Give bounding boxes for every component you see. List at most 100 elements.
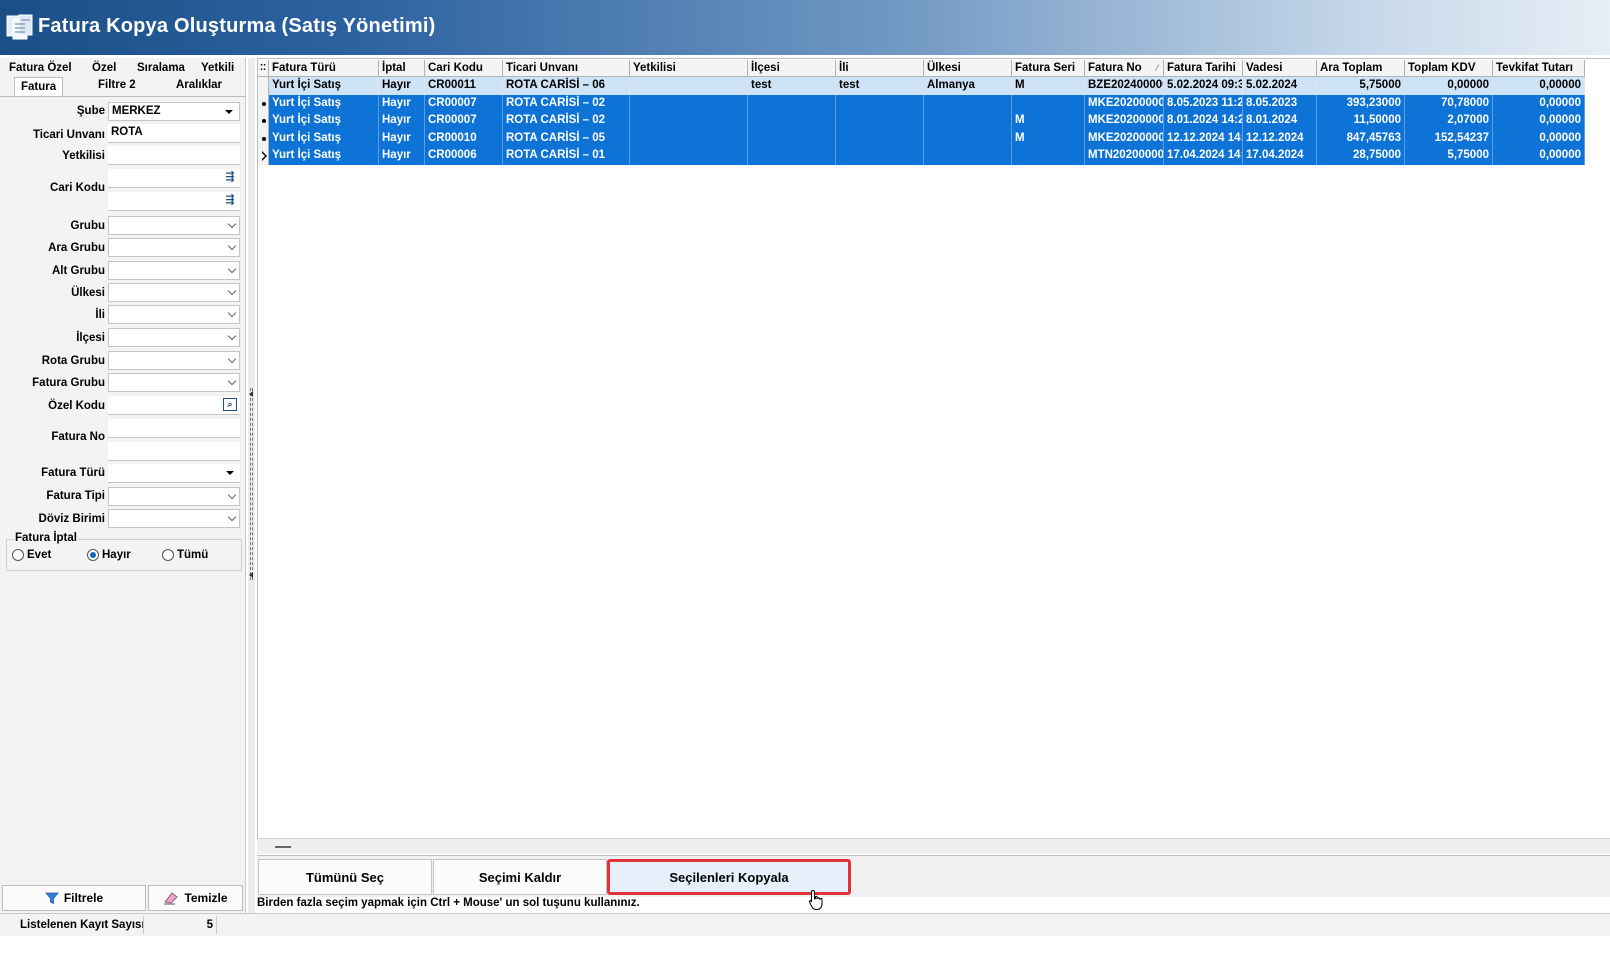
column-header[interactable]: Fatura Seri (1012, 60, 1085, 77)
table-cell[interactable] (630, 77, 748, 95)
table-cell[interactable] (630, 94, 748, 112)
column-header[interactable]: Fatura Tarihi (1164, 60, 1243, 77)
table-cell[interactable]: 8.01.2024 14:22 (1164, 112, 1243, 130)
table-cell[interactable]: 0,00000 (1493, 77, 1585, 95)
table-cell[interactable] (748, 112, 836, 130)
row-indicator[interactable] (258, 94, 269, 112)
table-cell[interactable]: 8.01.2024 (1243, 112, 1317, 130)
table-cell[interactable] (836, 129, 924, 147)
rota-grubu-select[interactable] (108, 351, 240, 370)
table-cell[interactable]: 17.04.2024 14:22 (1164, 147, 1243, 165)
column-header[interactable]: Ticari Unvanı (503, 60, 630, 77)
row-indicator[interactable] (258, 112, 269, 130)
cari-kodu-from-input[interactable]: ⇶ (108, 169, 240, 188)
table-cell[interactable]: CR00007 (425, 112, 503, 130)
table-cell[interactable]: 393,23000 (1317, 94, 1405, 112)
picker-icon[interactable]: ⇶ (223, 194, 237, 207)
tab-ozel[interactable]: Özel (92, 62, 116, 74)
column-header[interactable]: Fatura Türü (269, 60, 379, 77)
radio-evet[interactable]: Evet (12, 549, 51, 561)
table-cell[interactable]: Hayır (379, 77, 425, 95)
column-header[interactable]: Fatura No ⁄ (1085, 60, 1164, 77)
table-cell[interactable]: test (836, 77, 924, 95)
column-header[interactable]: Ara Toplam (1317, 60, 1405, 77)
table-cell[interactable]: M (1012, 112, 1085, 130)
table-cell[interactable]: 5.02.2024 (1243, 77, 1317, 95)
table-cell[interactable]: 847,45763 (1317, 129, 1405, 147)
fatura-grubu-select[interactable] (108, 373, 240, 392)
picker-icon[interactable]: ⇶ (223, 171, 237, 184)
table-cell[interactable]: M (1012, 129, 1085, 147)
row-indicator[interactable] (258, 77, 269, 95)
collapse-arrow-icon[interactable] (249, 391, 253, 397)
table-cell[interactable]: 0,00000 (1493, 94, 1585, 112)
table-cell[interactable]: CR00011 (425, 77, 503, 95)
table-cell[interactable]: M (1012, 77, 1085, 95)
ulkesi-select[interactable] (108, 283, 240, 302)
table-cell[interactable] (1012, 147, 1085, 165)
table-cell[interactable]: MTN202000000 (1085, 147, 1164, 165)
ara-grubu-select[interactable] (108, 238, 240, 257)
clear-button[interactable]: Temizle (148, 885, 243, 911)
tab-fatura[interactable]: Fatura (14, 77, 64, 97)
table-cell[interactable]: Hayır (379, 94, 425, 112)
table-cell[interactable] (630, 147, 748, 165)
table-cell[interactable]: 5,75000 (1405, 147, 1493, 165)
table-cell[interactable]: Yurt İçi Satış (269, 112, 379, 130)
table-cell[interactable] (924, 112, 1012, 130)
table-cell[interactable] (748, 147, 836, 165)
grubu-select[interactable] (108, 216, 240, 235)
column-header[interactable]: Ülkesi (924, 60, 1012, 77)
column-header[interactable]: Yetkilisi (630, 60, 748, 77)
table-cell[interactable]: 12.12.2024 14:22 (1164, 129, 1243, 147)
table-cell[interactable]: 0,00000 (1405, 77, 1493, 95)
column-header[interactable]: İli (836, 60, 924, 77)
table-cell[interactable]: 70,78000 (1405, 94, 1493, 112)
cari-kodu-to-input[interactable]: ⇶ (108, 192, 240, 211)
fatura-turu-select[interactable] (108, 464, 240, 483)
table-cell[interactable] (748, 129, 836, 147)
table-cell[interactable]: test (748, 77, 836, 95)
column-header[interactable]: Vadesi (1243, 60, 1317, 77)
table-cell[interactable]: BZE202400000 (1085, 77, 1164, 95)
sube-select[interactable]: MERKEZ (108, 102, 240, 121)
table-cell[interactable]: CR00007 (425, 94, 503, 112)
table-cell[interactable] (836, 147, 924, 165)
table-cell[interactable] (924, 94, 1012, 112)
tab-araliklar[interactable]: Aralıklar (176, 79, 222, 91)
table-cell[interactable]: Yurt İçi Satış (269, 129, 379, 147)
table-cell[interactable] (924, 129, 1012, 147)
table-row[interactable]: Yurt İçi Satış Hayır CR00007 ROTA CARİSİ – … (258, 112, 1585, 130)
column-header[interactable]: İlçesi (748, 60, 836, 77)
table-cell[interactable]: 11,50000 (1317, 112, 1405, 130)
table-cell[interactable]: 8.05.2023 11:22 (1164, 94, 1243, 112)
tab-siralama[interactable]: Sıralama (137, 62, 185, 74)
column-header[interactable]: Cari Kodu (425, 60, 503, 77)
ilcesi-select[interactable] (108, 328, 240, 347)
ticari-unvani-input[interactable]: ROTA (108, 124, 240, 143)
yetkilisi-input[interactable] (108, 146, 240, 165)
column-header[interactable]: Toplam KDV (1405, 60, 1493, 77)
table-cell[interactable]: 2,07000 (1405, 112, 1493, 130)
ili-select[interactable] (108, 305, 240, 324)
table-cell[interactable]: 0,00000 (1493, 147, 1585, 165)
search-icon[interactable]: ⌕ (223, 398, 237, 411)
table-cell[interactable] (630, 112, 748, 130)
radio-tumu[interactable]: Tümü (162, 549, 208, 561)
table-cell[interactable]: 12.12.2024 (1243, 129, 1317, 147)
grid-corner[interactable]: ⁚⁚ (258, 60, 269, 77)
table-cell[interactable]: Hayır (379, 147, 425, 165)
table-cell[interactable] (1012, 94, 1085, 112)
table-cell[interactable]: CR00006 (425, 147, 503, 165)
clear-selection-button[interactable]: Seçimi Kaldır (433, 859, 607, 895)
filter-button[interactable]: Filtrele (2, 885, 146, 911)
table-cell[interactable]: Yurt İçi Satış (269, 77, 379, 95)
table-cell[interactable]: ROTA CARİSİ – 06 (503, 77, 630, 95)
table-cell[interactable]: ROTA CARİSİ – 05 (503, 129, 630, 147)
table-cell[interactable]: Yurt İçi Satış (269, 147, 379, 165)
row-indicator[interactable] (258, 129, 269, 147)
fatura-no-from-input[interactable] (108, 419, 240, 438)
table-cell[interactable]: MKE202000000 (1085, 94, 1164, 112)
table-cell[interactable]: ROTA CARİSİ – 01 (503, 147, 630, 165)
doviz-birimi-select[interactable] (108, 509, 240, 528)
